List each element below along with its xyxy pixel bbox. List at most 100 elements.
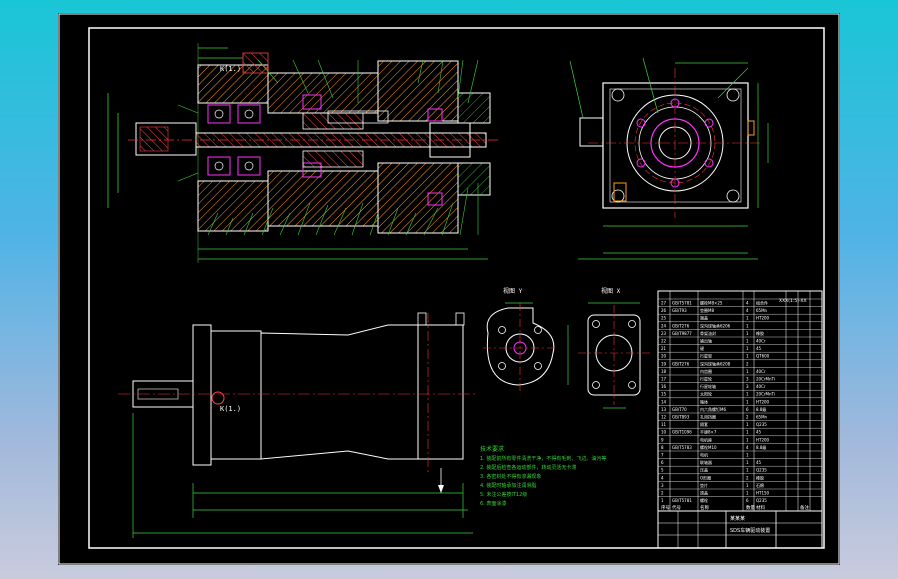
bom-cell-name: 深沟球轴承6206 <box>700 322 731 328</box>
cad-drawing: K(1.) 视图 Y 视图 X K(1.) 技术要求 1. 装配前所有零件清洗干… <box>58 13 840 565</box>
bom-cell-no: 3 <box>661 483 664 488</box>
bom-cell-name: 孔用挡圈 <box>700 414 716 420</box>
bom-cell-mat: QT600 <box>756 354 770 359</box>
bom-cell-qty: 1 <box>746 453 749 458</box>
bom-cell-code: GB/T5781 <box>672 301 692 306</box>
bom-cell-no: 23 <box>661 331 667 336</box>
notes-line-5: 5. 未注公差按IT12级 <box>480 491 527 498</box>
bom-cell-name: 内齿圈 <box>700 368 712 374</box>
bom-cell-no: 6 <box>661 460 664 465</box>
bom-cell-mat: 45 <box>756 346 762 351</box>
bom-cell-qty: 4 <box>746 308 749 313</box>
bom-cell-code: GB/T276 <box>672 323 690 328</box>
side-view: K(1.) <box>118 312 478 538</box>
bom-cell-qty: 1 <box>746 323 749 328</box>
bom-cell-name: 行星轮 <box>700 376 712 382</box>
bom-cell-qty: 6 <box>746 407 749 412</box>
bom-cell-no: 4 <box>661 475 664 480</box>
side-view-label: K(1.) <box>220 405 241 413</box>
bom-cell-mat: Q235 <box>756 422 767 427</box>
bom-cell-name: 压盖 <box>700 467 708 473</box>
bom-header-mat: 材料 <box>756 504 765 511</box>
drawing-code: XXX(1:5)-XX <box>779 298 807 304</box>
bom-cell-mat: 20CrMnTi <box>756 377 775 382</box>
bom-cell-mat: 橡胶 <box>756 474 764 480</box>
end-view <box>569 57 769 260</box>
bom-cell-qty: 3 <box>746 384 749 389</box>
notes-line-1: 1. 装配前所有零件清洗干净，不得有毛刺、飞边、油污等 <box>480 455 606 462</box>
bom-cell-no: 8 <box>661 445 664 450</box>
bom-cell-no: 14 <box>661 399 667 404</box>
bom-cell-name: 深沟球轴承6208 <box>700 360 731 366</box>
bom-cell-mat: 40Cr <box>756 369 766 374</box>
bom-cell-no: 10 <box>661 430 667 435</box>
bom-cell-name: 透盖 <box>700 490 708 496</box>
bom-cell-mat: 40Cr <box>756 339 766 344</box>
bom-cell-name: 联轴器 <box>700 459 712 465</box>
bom-cell-qty: 2 <box>746 475 749 480</box>
bom-cell-qty: 1 <box>746 468 749 473</box>
notes-title: 技术要求 <box>480 445 504 453</box>
bom-cell-name: 键 <box>700 345 704 351</box>
bom-cell-no: 22 <box>661 339 667 344</box>
bom-cell-qty: 1 <box>746 346 749 351</box>
bom-cell-qty: 1 <box>746 491 749 496</box>
bom-cell-name: 内六角螺钉M6 <box>700 406 726 412</box>
bom-cell-no: 15 <box>661 392 667 397</box>
bom-cell-code: GB/T276 <box>672 361 690 366</box>
bom-cell-mat: 石棉 <box>756 482 764 488</box>
bom-cell-mat: HT200 <box>756 399 770 404</box>
bom-cell-no: 27 <box>661 301 667 306</box>
bom-cell-no: 17 <box>661 377 667 382</box>
bom-cell-no: 21 <box>661 346 667 351</box>
drawing-title: SDS车辆驱动装置 <box>730 527 770 534</box>
bom-cell-code: GB/T5783 <box>672 445 692 450</box>
bom-cell-no: 13 <box>661 407 667 412</box>
bom-cell-no: 5 <box>661 468 664 473</box>
bom-cell-mat: 40Cr <box>756 384 766 389</box>
bom-cell-qty: 1 <box>746 483 749 488</box>
bom-cell-no: 11 <box>661 422 667 427</box>
bom-cell-qty: 4 <box>746 445 749 450</box>
bom-cell-name: 太阳轮 <box>700 391 712 397</box>
bom-cell-mat: 8.8级 <box>756 444 766 450</box>
bom-cell-no: 2 <box>661 491 664 496</box>
bom-cell-qty: 1 <box>746 331 749 336</box>
bom-cell-name: 螺栓M10 <box>700 444 717 450</box>
bom-cell-code: GB/T893 <box>672 415 690 420</box>
bom-cell-no: 19 <box>661 361 667 366</box>
bom-cell-no: 16 <box>661 384 667 389</box>
bom-cell-mat: 组合件 <box>756 300 768 306</box>
bom-cell-no: 24 <box>661 323 667 328</box>
bom-cell-mat: HT200 <box>756 437 770 442</box>
bom-header-qty: 数量 <box>746 504 755 511</box>
drawing-sheet: K(1.) 视图 Y 视图 X K(1.) 技术要求 1. 装配前所有零件清洗干… <box>58 13 840 565</box>
bom-header-name: 名称 <box>700 504 709 511</box>
bom-cell-no: 20 <box>661 354 667 359</box>
bom-cell-qty: 1 <box>746 316 749 321</box>
detail-view-x: 视图 X <box>567 287 650 409</box>
bom-cell-code: GB/T9877 <box>672 331 692 336</box>
bom-cell-qty: 3 <box>746 377 749 382</box>
bom-cell-qty: 6 <box>746 498 749 503</box>
bom-cell-no: 1 <box>661 498 664 503</box>
bom-cell-mat: 橡胶 <box>756 330 764 336</box>
detail-y-title: 视图 Y <box>503 287 523 295</box>
section-view-label: K(1.) <box>220 65 241 73</box>
bom-cell-name: 垫片 <box>700 482 708 488</box>
bom-cell-mat: 65Mn <box>756 415 768 420</box>
bom-header-no: 序号 <box>661 504 670 511</box>
bom-cell-mat: 20CrMnTi <box>756 392 775 397</box>
bom-cell-qty: 4 <box>746 301 749 306</box>
bom-cell-code: GB/T93 <box>672 308 687 313</box>
bom-cell-qty: 1 <box>746 422 749 427</box>
bom-header-code: 代号 <box>672 504 681 511</box>
bom-cell-code: GB/T5781 <box>672 498 692 503</box>
bom-cell-no: 9 <box>661 437 664 442</box>
bom-cell-mat: HT150 <box>756 491 770 496</box>
bom-cell-code: GB/T70 <box>672 407 687 412</box>
bom-cell-mat: 8.8级 <box>756 406 766 412</box>
bom-cell-code: GB/T1096 <box>672 430 692 435</box>
bom-cell-name: 平键8×7 <box>700 429 717 435</box>
bom-cell-qty: 1 <box>746 392 749 397</box>
